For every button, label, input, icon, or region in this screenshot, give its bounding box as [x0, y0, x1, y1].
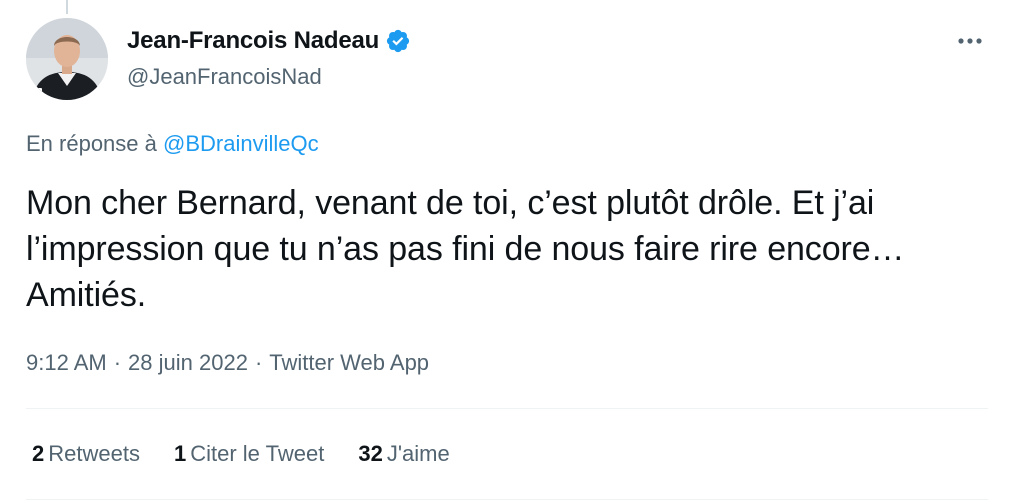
quote-tweets-count: 1 — [173, 441, 187, 466]
likes-label: J'aime — [386, 441, 450, 466]
quote-tweets-stat[interactable]: 1 Citer le Tweet — [174, 441, 324, 467]
divider — [26, 408, 988, 409]
retweets-stat[interactable]: 2 Retweets — [32, 441, 140, 467]
author-block: Jean-Francois Nadeau @JeanFrancoisNad — [127, 22, 411, 90]
divider — [26, 499, 988, 500]
retweets-label: Retweets — [48, 441, 140, 466]
engagement-stats: 2 Retweets 1 Citer le Tweet 32 J'aime — [32, 441, 484, 467]
tweet-date[interactable]: 28 juin 2022 — [128, 350, 248, 375]
tweet-detail: Jean-Francois Nadeau @JeanFrancoisNad En… — [26, 0, 990, 502]
meta-separator: · — [254, 350, 263, 375]
more-dots-icon — [958, 38, 982, 44]
reply-prefix: En réponse à — [26, 131, 157, 156]
tweet-source-link[interactable]: Twitter Web App — [269, 350, 429, 375]
tweet-metadata: 9:12 AM · 28 juin 2022 · Twitter Web App — [26, 350, 429, 376]
likes-count: 32 — [358, 441, 383, 466]
quote-tweets-label: Citer le Tweet — [190, 441, 325, 466]
author-display-name[interactable]: Jean-Francois Nadeau — [127, 27, 379, 55]
profile-photo-icon — [26, 18, 108, 100]
tweet-text: Mon cher Bernard, venant de toi, c’est p… — [26, 184, 905, 314]
reply-mention-link[interactable]: @BDrainvilleQc — [163, 131, 319, 156]
likes-stat[interactable]: 32 J'aime — [358, 441, 449, 467]
avatar[interactable] — [26, 18, 108, 100]
name-row: Jean-Francois Nadeau — [127, 22, 411, 60]
more-options-button[interactable] — [950, 26, 990, 56]
tweet-time[interactable]: 9:12 AM — [26, 350, 107, 375]
author-handle[interactable]: @JeanFrancoisNad — [127, 64, 411, 90]
retweets-count: 2 — [32, 441, 45, 466]
reply-context: En réponse à @BDrainvilleQc — [26, 131, 319, 157]
verified-badge-icon — [386, 29, 410, 53]
meta-separator: · — [113, 350, 122, 375]
